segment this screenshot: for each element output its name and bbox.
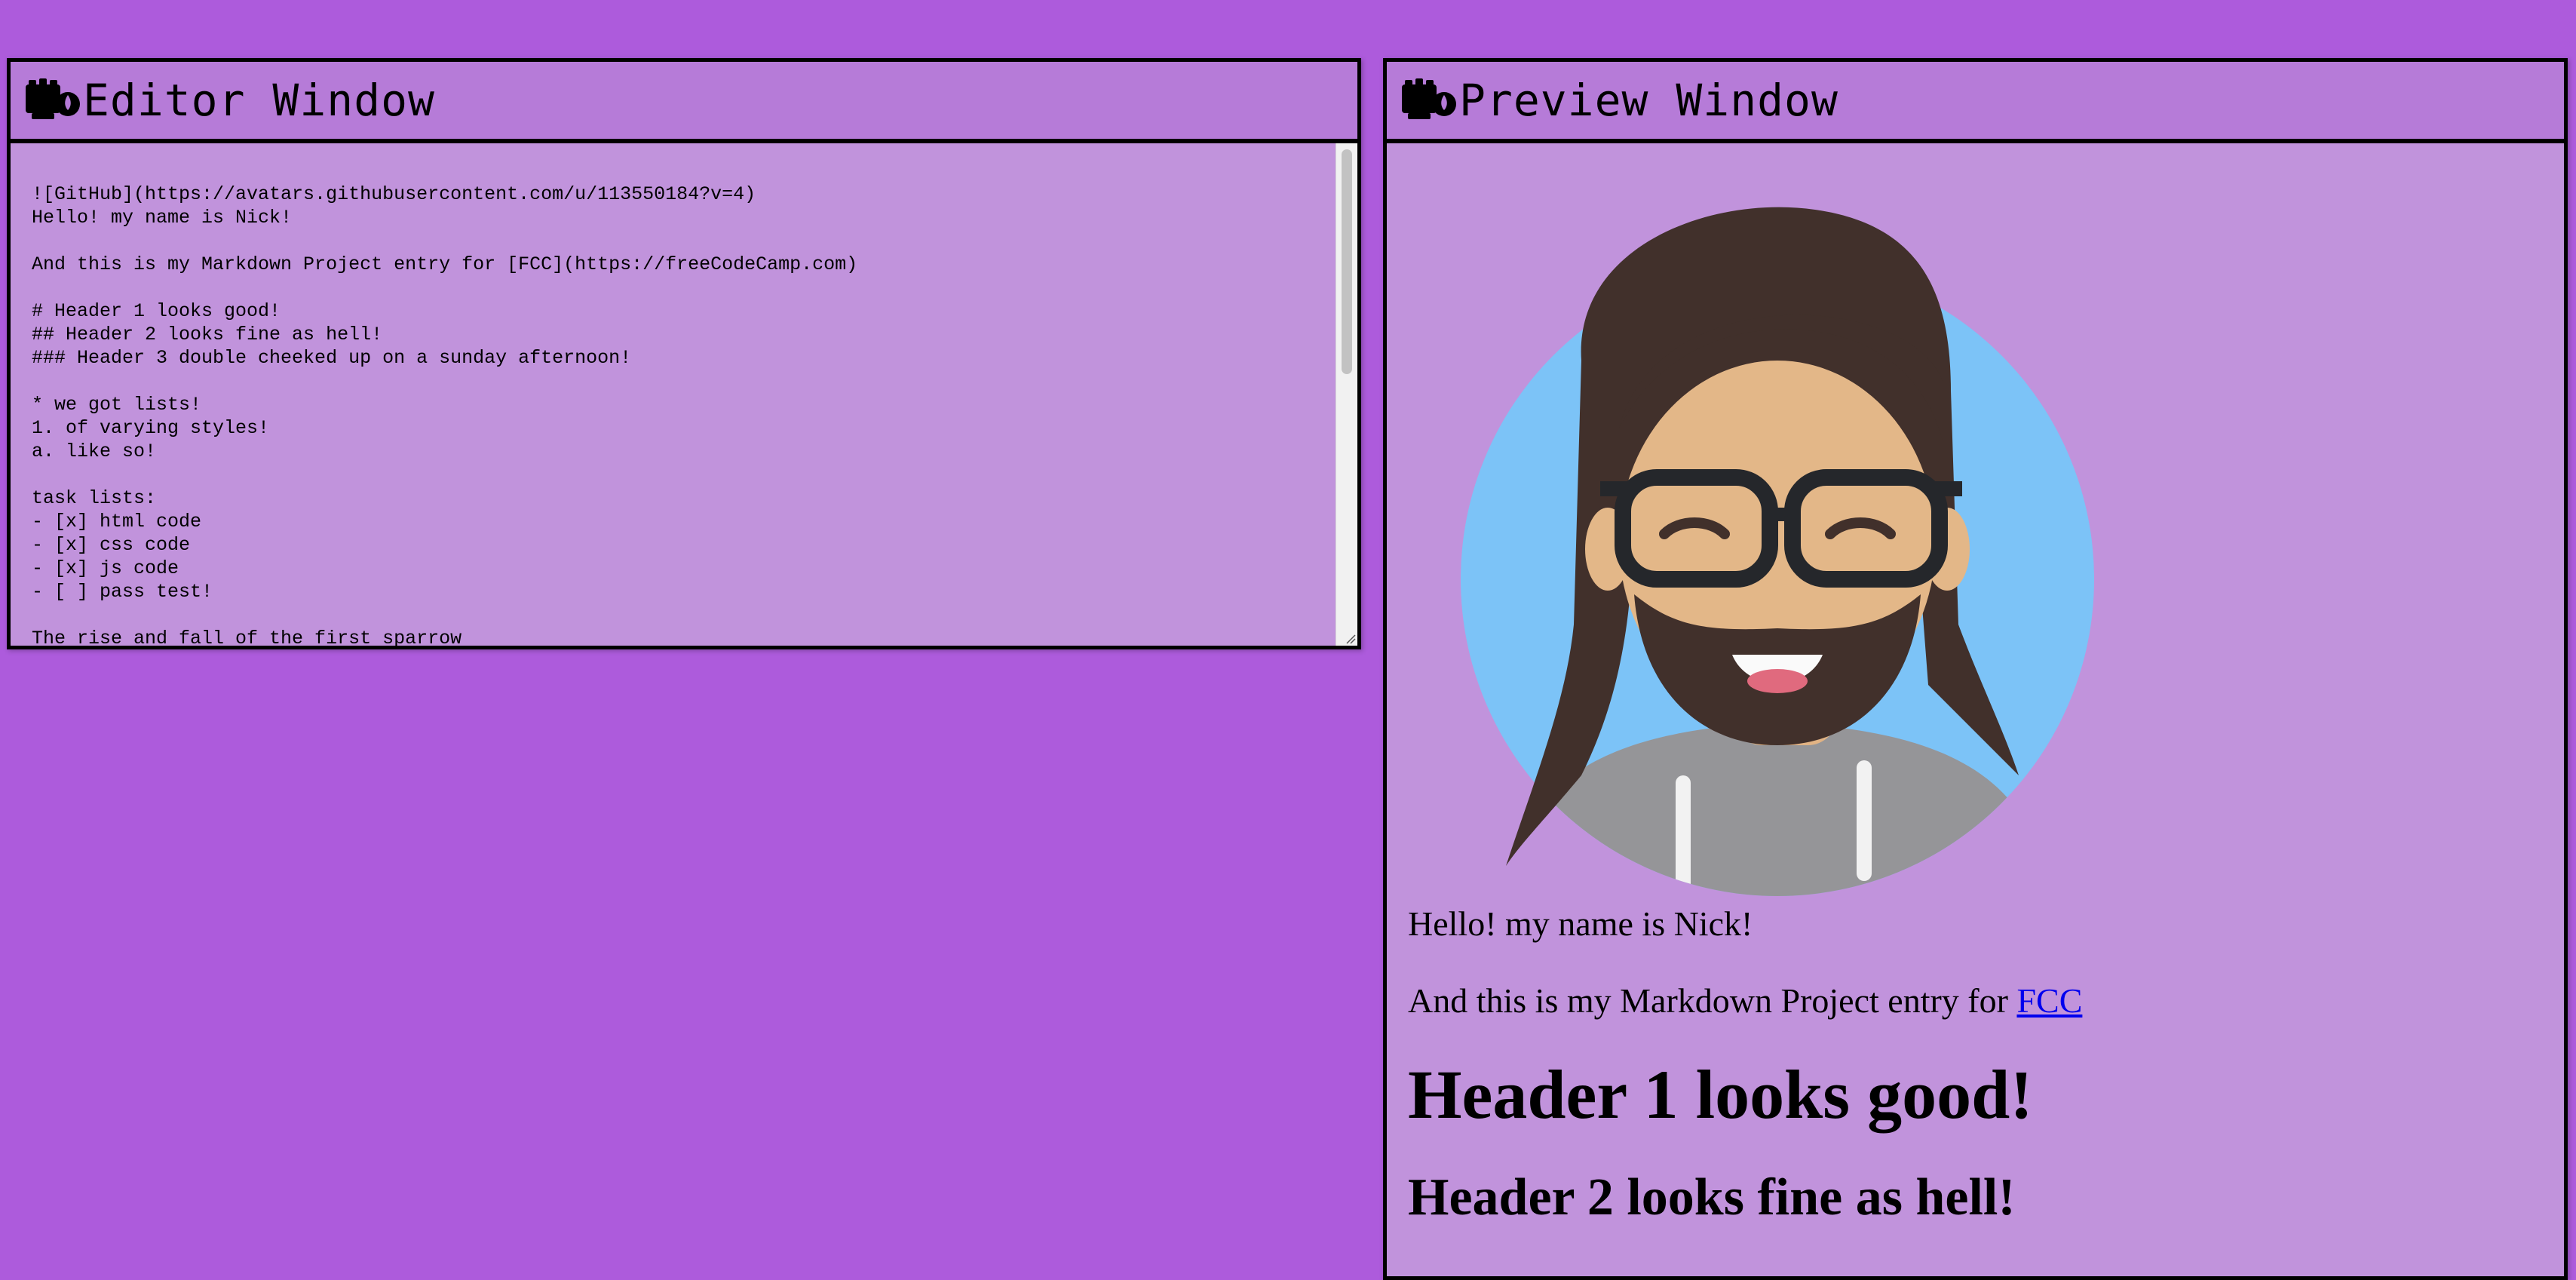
- preview-header-2: Header 2 looks fine as hell!: [1408, 1168, 2016, 1226]
- editor-scrollbar[interactable]: [1336, 143, 1357, 646]
- freecodecamp-icon: [1400, 77, 1458, 124]
- preview-toolbar: Preview Window: [1387, 62, 2564, 143]
- resize-grip-icon[interactable]: [1344, 632, 1356, 644]
- fcc-link[interactable]: FCC: [2016, 981, 2082, 1020]
- editor-title: Editor Window: [83, 75, 435, 126]
- editor-pane: Editor Window ![GitHub](https://avatars.…: [7, 58, 1361, 649]
- markdown-editor-textarea[interactable]: ![GitHub](https://avatars.githubusercont…: [11, 143, 1357, 646]
- preview-pane: Preview Window Hello! my name is Nick! A…: [1383, 58, 2568, 1280]
- entry-text: And this is my Markdown Project entry fo…: [1408, 981, 2017, 1020]
- editor-scrollbar-thumb[interactable]: [1342, 149, 1352, 374]
- preview-hello-paragraph: Hello! my name is Nick!: [1408, 904, 1753, 943]
- preview-header-1: Header 1 looks good!: [1408, 1056, 2033, 1133]
- github-avatar-image: [1461, 207, 2094, 896]
- markdown-preview: Hello! my name is Nick! And this is my M…: [1387, 143, 2564, 1276]
- editor-toolbar: Editor Window: [11, 62, 1357, 143]
- preview-title: Preview Window: [1459, 75, 1838, 126]
- freecodecamp-icon: [24, 77, 81, 124]
- preview-entry-paragraph: And this is my Markdown Project entry fo…: [1408, 981, 2543, 1021]
